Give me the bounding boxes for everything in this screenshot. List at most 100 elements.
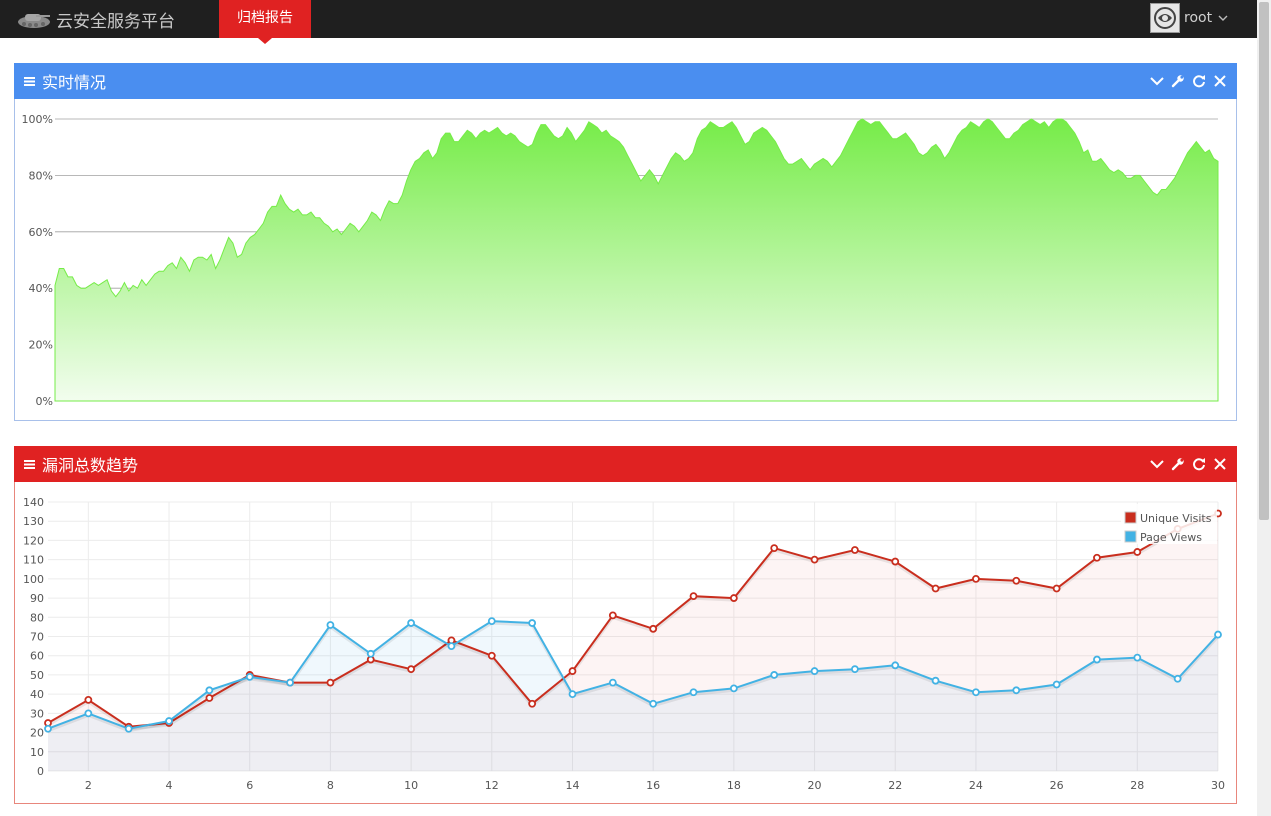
- x-tick-label: 10: [404, 779, 418, 792]
- x-tick-label: 6: [246, 779, 253, 792]
- config-button[interactable]: [1169, 455, 1187, 473]
- y-tick-label: 20: [30, 727, 44, 740]
- x-tick-label: 8: [327, 779, 334, 792]
- y-tick-label: 10: [30, 746, 44, 759]
- data-point[interactable]: [245, 672, 254, 681]
- data-point[interactable]: [1012, 576, 1021, 585]
- data-point[interactable]: [1093, 553, 1101, 562]
- data-point[interactable]: [608, 611, 617, 620]
- data-point[interactable]: [1133, 653, 1142, 662]
- data-point[interactable]: [972, 688, 980, 697]
- close-button[interactable]: [1211, 455, 1229, 473]
- data-point[interactable]: [1214, 630, 1222, 639]
- data-point[interactable]: [810, 667, 819, 675]
- panel-tools: [1145, 72, 1229, 90]
- data-point[interactable]: [770, 671, 779, 679]
- data-point[interactable]: [447, 642, 456, 651]
- data-point[interactable]: [972, 574, 980, 583]
- y-tick-label: 0: [37, 765, 44, 778]
- trend-panel: 漏洞总数趋势 0 10 20 30 40 50 60 70 80 90 100 110 120 130 14…: [14, 446, 1237, 804]
- data-point[interactable]: [850, 665, 859, 674]
- reload-button[interactable]: [1190, 72, 1208, 90]
- x-tick-label: 18: [727, 779, 741, 792]
- realtime-area-chart: 0% 20% 40% 60% 80% 100%: [22, 113, 1219, 408]
- data-point[interactable]: [84, 696, 93, 704]
- username: root: [1184, 10, 1213, 26]
- y-tick-label: 100: [23, 573, 44, 586]
- config-button[interactable]: [1169, 72, 1187, 90]
- data-point[interactable]: [44, 724, 52, 733]
- nav-tab-label: 归档报告: [237, 10, 293, 26]
- page-scrollbar[interactable]: [1257, 0, 1271, 816]
- data-point[interactable]: [608, 678, 617, 687]
- avatar-logo-icon: [1154, 7, 1176, 29]
- data-point[interactable]: [124, 724, 133, 733]
- data-point[interactable]: [1133, 548, 1142, 556]
- close-icon: [1214, 75, 1226, 87]
- data-point[interactable]: [568, 667, 577, 675]
- x-tick-label: 2: [85, 779, 92, 792]
- data-point[interactable]: [850, 546, 859, 554]
- avatar: [1150, 3, 1180, 33]
- y-tick-label: 90: [30, 592, 44, 605]
- panel-title: 实时情况: [42, 73, 107, 92]
- data-point[interactable]: [689, 592, 698, 601]
- data-point[interactable]: [729, 684, 738, 693]
- reload-button[interactable]: [1190, 455, 1208, 473]
- data-point[interactable]: [326, 678, 335, 687]
- user-menu[interactable]: root: [1150, 3, 1228, 33]
- data-point[interactable]: [931, 584, 940, 593]
- data-point[interactable]: [1052, 584, 1061, 593]
- cloud-tank-logo-icon: [18, 14, 50, 28]
- data-point[interactable]: [286, 678, 294, 687]
- data-point[interactable]: [891, 557, 900, 566]
- x-tick-label: 16: [646, 779, 660, 792]
- realtime-panel-header: 实时情况: [14, 63, 1237, 99]
- data-point[interactable]: [1052, 680, 1061, 689]
- y-tick-label: 80: [30, 611, 44, 624]
- data-point[interactable]: [528, 619, 537, 627]
- data-point[interactable]: [1093, 655, 1101, 664]
- collapse-button[interactable]: [1148, 455, 1166, 473]
- data-point[interactable]: [407, 665, 416, 674]
- legend-swatch: [1124, 530, 1137, 543]
- data-point[interactable]: [528, 699, 537, 708]
- data-point[interactable]: [487, 651, 496, 660]
- close-button[interactable]: [1211, 72, 1229, 90]
- brand-logo[interactable]: 云安全服务平台: [16, 6, 175, 32]
- x-tick-label: 26: [1050, 779, 1064, 792]
- y-tick-label: 60%: [29, 226, 53, 239]
- nav-tab-archive-report[interactable]: 归档报告: [219, 0, 311, 44]
- y-tick-label: 30: [30, 707, 44, 720]
- data-point[interactable]: [487, 617, 496, 626]
- collapse-button[interactable]: [1148, 72, 1166, 90]
- data-point[interactable]: [568, 690, 577, 699]
- y-tick-label: 60: [30, 650, 44, 663]
- data-point[interactable]: [770, 544, 779, 553]
- data-point[interactable]: [931, 676, 940, 685]
- data-point[interactable]: [689, 688, 698, 697]
- data-point[interactable]: [649, 624, 658, 633]
- wrench-icon: [1171, 75, 1184, 88]
- scrollbar-thumb[interactable]: [1259, 2, 1269, 520]
- legend-label: Unique Visits: [1140, 512, 1212, 525]
- data-point[interactable]: [84, 709, 93, 718]
- y-tick-label: 130: [23, 515, 44, 528]
- data-point[interactable]: [205, 694, 214, 702]
- x-tick-label: 4: [166, 779, 173, 792]
- data-point[interactable]: [649, 699, 658, 708]
- refresh-icon: [1193, 458, 1205, 471]
- x-tick-label: 22: [888, 779, 902, 792]
- data-point[interactable]: [729, 594, 738, 602]
- data-point[interactable]: [810, 555, 819, 564]
- data-point[interactable]: [891, 661, 900, 670]
- data-point[interactable]: [326, 621, 335, 629]
- data-point[interactable]: [165, 717, 173, 725]
- data-point[interactable]: [366, 649, 375, 658]
- data-point[interactable]: [1012, 686, 1021, 695]
- data-point[interactable]: [1173, 674, 1182, 683]
- data-point[interactable]: [205, 686, 214, 695]
- y-tick-label: 40: [30, 688, 44, 701]
- trend-line-chart: 01020304050607080901001101201301402 4 6 8 10…: [23, 496, 1225, 792]
- data-point[interactable]: [407, 619, 416, 627]
